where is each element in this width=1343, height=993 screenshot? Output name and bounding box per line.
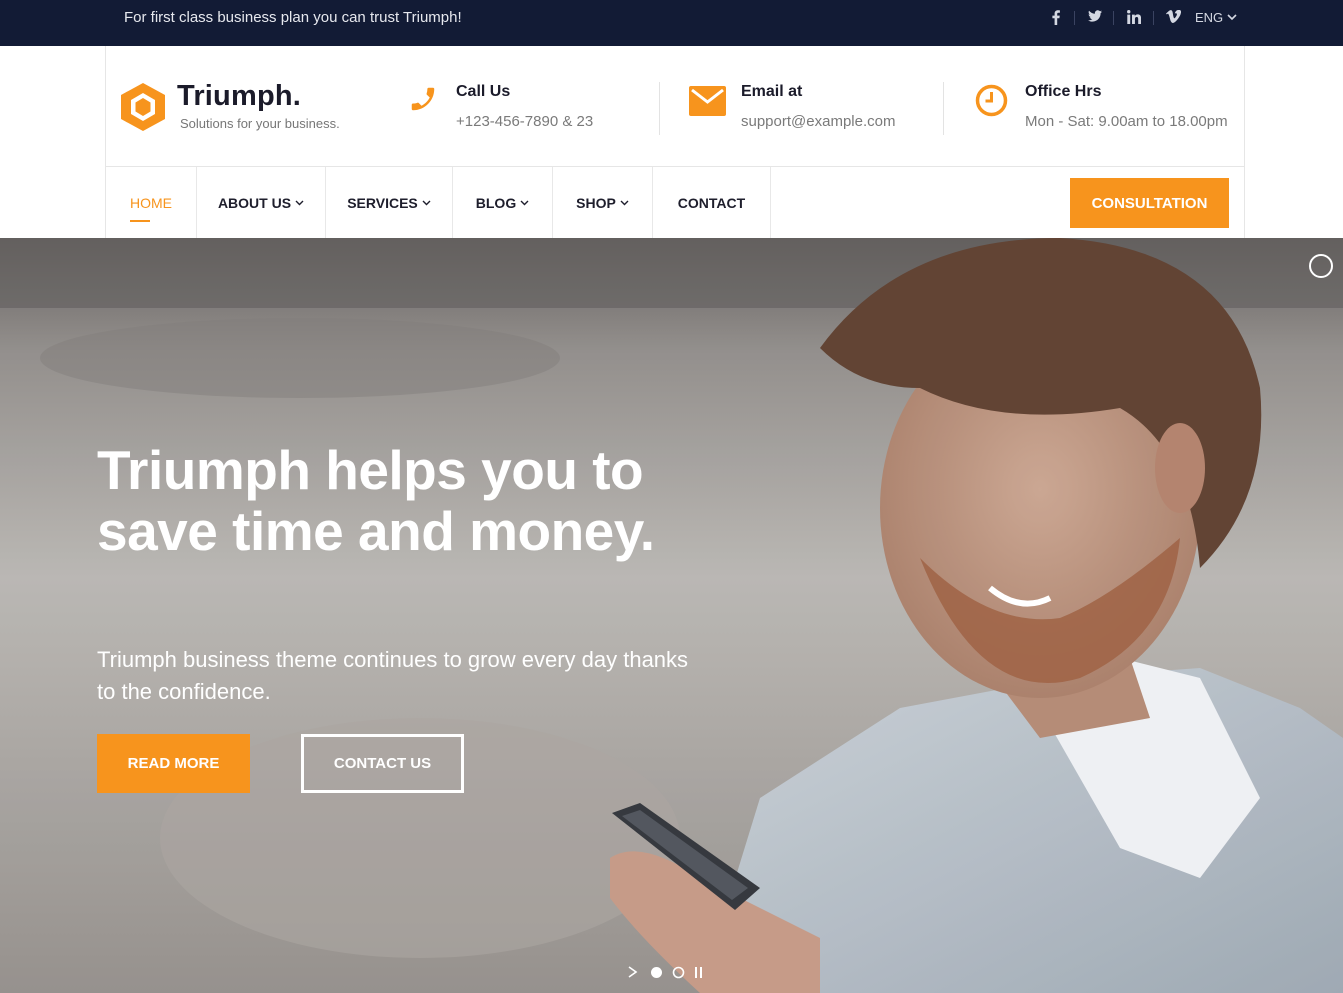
logo-hexagon-icon[interactable] [120,82,166,132]
logo-tagline: Solutions for your business. [180,116,340,131]
twitter-icon[interactable] [1088,10,1102,26]
office-hours: Mon - Sat: 9.00am to 18.00pm [1025,113,1228,130]
phone-icon [411,87,435,111]
nav-about-us[interactable]: ABOUT US [197,167,326,238]
hero-title: Triumph helps you to save time and money… [97,439,655,562]
hero-slider [0,238,1343,993]
active-indicator [130,220,150,222]
nav-about-label: ABOUT US [217,194,292,211]
consultation-button[interactable]: CONSULTATION [1070,178,1229,228]
chevron-down-icon [1227,14,1237,21]
chevron-down-icon [295,200,304,205]
logo-name[interactable]: Triumph. [177,80,301,113]
pause-icon[interactable] [694,966,704,979]
email-title: Email at [741,83,803,100]
chevron-down-icon [520,200,529,205]
call-title: Call Us [456,83,511,100]
nav-blog[interactable]: BLOG [453,167,553,238]
read-more-button[interactable]: READ MORE [97,734,250,793]
nav-home[interactable]: HOME [106,167,197,238]
envelope-icon [689,86,726,116]
nav-shop[interactable]: SHOP [553,167,653,238]
hero-background-image [0,238,1343,993]
next-arrow-icon[interactable] [627,966,638,978]
vimeo-icon[interactable] [1166,9,1182,26]
nav-home-label: HOME [130,194,172,211]
slide-dot[interactable] [672,966,685,979]
divider [659,82,660,135]
nav-services[interactable]: SERVICES [326,167,453,238]
slide-dot-active[interactable] [650,966,663,979]
divider [1074,11,1075,25]
divider [1153,11,1154,25]
chevron-down-icon [422,200,431,205]
divider [943,82,944,135]
divider [1113,11,1114,25]
facebook-icon[interactable] [1052,10,1060,26]
clock-icon [975,84,1008,117]
nav-contact-label: CONTACT [677,194,746,211]
chevron-down-icon [620,200,629,205]
nav-blog-label: BLOG [475,194,517,211]
slider-circle-indicator[interactable] [1309,254,1333,278]
nav-services-label: SERVICES [347,194,418,211]
hours-title: Office Hrs [1025,83,1102,100]
topbar-tagline: For first class business plan you can tr… [124,9,462,26]
language-selector[interactable]: ENG [1195,10,1223,25]
nav-shop-label: SHOP [576,194,616,211]
contact-us-button[interactable]: CONTACT US [301,734,464,793]
hero-subtitle: Triumph business theme continues to grow… [97,647,689,704]
linkedin-icon[interactable] [1127,10,1142,26]
nav-contact[interactable]: CONTACT [653,167,771,238]
phone-number[interactable]: +123-456-7890 & 23 [456,113,593,130]
email-address[interactable]: support@example.com [741,113,895,130]
